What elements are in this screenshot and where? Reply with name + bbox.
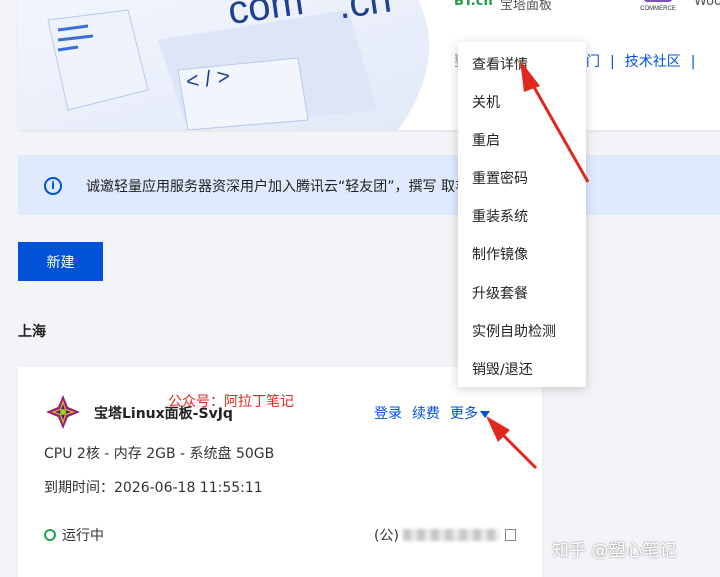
server-actions: 登录 续费 更多 — [374, 403, 510, 423]
expire-time: 到期时间：2026-06-18 11:55:11 — [44, 480, 263, 496]
watermark-annotation: 公众号：阿拉丁笔记 — [168, 394, 294, 410]
info-icon: i — [44, 177, 62, 195]
menu-item-view-details[interactable]: 查看详情 — [458, 46, 586, 84]
server-card: 宝塔Linux面板-SvJq 公众号：阿拉丁笔记 登录 续费 更多 CPU 2核 -… — [18, 367, 542, 577]
menu-item-destroy[interactable]: 销毁/退还 — [458, 351, 586, 389]
region-heading: 上海 — [18, 324, 46, 340]
running-status-icon — [44, 529, 56, 541]
menu-item-reinstall[interactable]: 重装系统 — [458, 198, 586, 236]
footer-watermark: 知乎 @塑心笔记 — [552, 541, 677, 561]
woocommerce-brand-name: WooC — [694, 0, 720, 9]
bt-brand-name: 宝塔面板 — [500, 0, 553, 13]
status-indicator: 运行中 — [44, 525, 104, 545]
more-menu: 查看详情 关机 重启 重置密码 重装系统 制作镜像 升级套餐 实例自助检测 销毁… — [458, 42, 586, 387]
woocommerce-logo: COMMERCE — [640, 0, 676, 12]
menu-item-shutdown[interactable]: 关机 — [458, 84, 586, 122]
baota-logo-icon — [46, 395, 80, 429]
banner-link-community[interactable]: 技术社区 — [625, 51, 681, 71]
server-specs: CPU 2核 - 内存 2GB - 系统盘 50GB — [44, 446, 275, 462]
more-label: 更多 — [450, 406, 478, 422]
bt-logo: BT.cn — [454, 0, 493, 9]
menu-item-self-check[interactable]: 实例自助检测 — [458, 313, 586, 351]
chevron-down-icon — [480, 410, 490, 418]
menu-item-create-image[interactable]: 制作镜像 — [458, 236, 586, 274]
svg-text:COMMERCE: COMMERCE — [640, 6, 676, 12]
status-text: 运行中 — [62, 528, 104, 544]
login-link[interactable]: 登录 — [374, 406, 402, 422]
menu-item-reset-password[interactable]: 重置密码 — [458, 160, 586, 198]
more-dropdown[interactable]: 更多 — [450, 406, 500, 422]
promo-banner: com .cn < / > BT.cn 宝塔面板 COMMERCE WooC 要… — [18, 0, 720, 130]
banner-link-1[interactable]: 门 — [586, 51, 600, 71]
public-ip: (公) — [374, 525, 516, 545]
new-instance-button[interactable]: 新建 — [18, 242, 103, 281]
copy-icon[interactable] — [504, 529, 516, 541]
redacted-ip — [402, 529, 499, 541]
menu-item-upgrade[interactable]: 升级套餐 — [458, 275, 586, 313]
renew-link[interactable]: 续费 — [412, 406, 440, 422]
notice-bar: i 诚邀轻量应用服务器资深用户加入腾讯云“轻友团”，撰写 取丰厚代金券奖励， — [18, 155, 720, 215]
menu-item-restart[interactable]: 重启 — [458, 122, 586, 160]
ip-prefix: (公) — [374, 528, 399, 544]
